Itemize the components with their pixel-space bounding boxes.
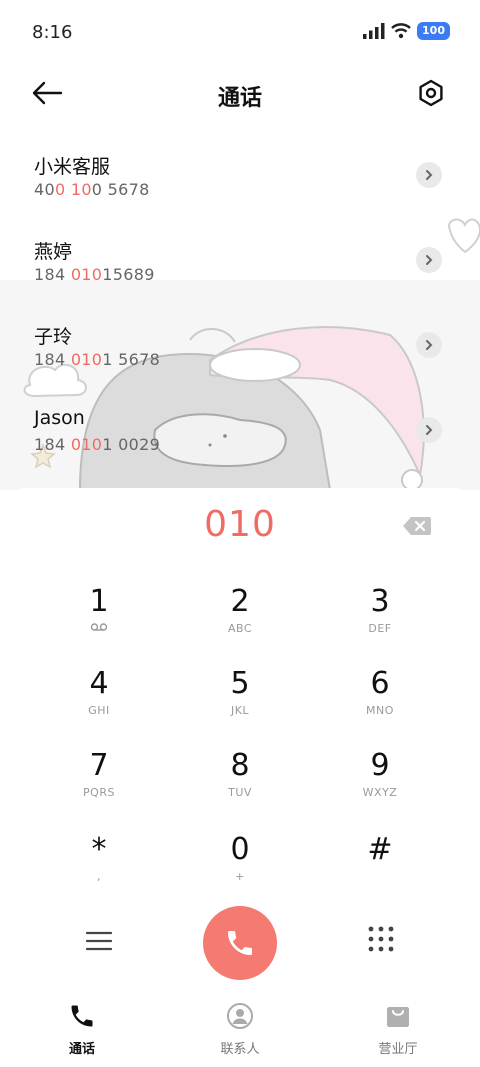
key-sub: + xyxy=(235,870,245,883)
nav-tab-store[interactable]: 营业厅 xyxy=(348,1002,448,1057)
top-bar: 通话 xyxy=(0,64,480,126)
search-result-row[interactable]: 子玲 184 0101 5678 xyxy=(0,300,480,385)
key-digit: 3 xyxy=(370,584,390,619)
signal-icon xyxy=(363,23,385,39)
nav-tab-calls[interactable]: 通话 xyxy=(32,1002,132,1057)
nav-label: 通话 xyxy=(68,1042,95,1057)
nav-tab-contacts[interactable]: 联系人 xyxy=(190,1002,290,1057)
phone-icon xyxy=(71,1005,93,1027)
chevron-right-icon xyxy=(426,255,433,265)
dialpad-grid-icon xyxy=(368,926,394,952)
key-sub xyxy=(29,622,169,636)
backspace-button[interactable] xyxy=(402,516,432,536)
search-results-list: 小米客服 400 100 5678 燕婷 184 01015689 子玲 184… xyxy=(0,130,480,470)
search-result-row[interactable]: 小米客服 400 100 5678 xyxy=(0,130,480,215)
key-star[interactable]: * , xyxy=(29,832,169,912)
key-digit: 8 xyxy=(230,748,250,783)
search-result-row[interactable]: 燕婷 184 01015689 xyxy=(0,215,480,300)
contacts-icon xyxy=(227,1003,253,1029)
voicemail-icon xyxy=(90,623,108,631)
key-digit: 7 xyxy=(89,748,109,783)
key-digit: 0 xyxy=(230,832,250,867)
key-sub: WXYZ xyxy=(362,786,398,799)
result-detail-button[interactable] xyxy=(416,247,442,273)
key-sub: JKL xyxy=(230,704,250,717)
page-title: 通话 xyxy=(217,86,262,111)
key-digit: 2 xyxy=(230,584,250,619)
key-8[interactable]: 8 TUV xyxy=(170,748,310,828)
menu-icon xyxy=(85,931,113,951)
key-sub: GHI xyxy=(88,704,110,717)
dialpad-panel: 010 1 2 ABC 3 DEF 4 GHI 5 JKL 6 MNO 7 PQ… xyxy=(0,488,480,988)
key-sub: PQRS xyxy=(83,786,115,799)
key-5[interactable]: 5 JKL xyxy=(170,666,310,746)
result-number: 184 0101 5678 xyxy=(34,350,161,369)
chevron-right-icon xyxy=(426,425,433,435)
backspace-icon xyxy=(403,517,431,535)
result-detail-button[interactable] xyxy=(416,162,442,188)
result-number: 184 01015689 xyxy=(34,265,155,284)
search-result-row[interactable]: Jason 184 0101 0029 xyxy=(0,385,480,470)
result-detail-button[interactable] xyxy=(416,332,442,358)
menu-button[interactable] xyxy=(84,926,114,956)
status-bar: 8:16 100 xyxy=(0,0,480,64)
chevron-right-icon xyxy=(426,170,433,180)
key-digit: * xyxy=(91,832,107,867)
key-digit: 1 xyxy=(89,584,109,619)
key-6[interactable]: 6 MNO xyxy=(310,666,450,746)
result-number: 400 100 5678 xyxy=(34,180,150,199)
result-name: 小米客服 xyxy=(34,156,111,178)
chevron-right-icon xyxy=(426,340,433,350)
result-name: 燕婷 xyxy=(34,241,73,263)
key-sub: TUV xyxy=(228,786,252,799)
result-number: 184 0101 0029 xyxy=(34,435,161,454)
phone-icon xyxy=(228,931,252,955)
nav-label: 联系人 xyxy=(220,1042,260,1057)
store-bag-icon xyxy=(387,1007,409,1027)
wifi-icon xyxy=(391,23,411,39)
key-digit: 4 xyxy=(89,666,109,701)
key-3[interactable]: 3 DEF xyxy=(310,584,450,664)
result-name: Jason xyxy=(34,407,85,429)
key-sub: MNO xyxy=(366,704,394,717)
key-2[interactable]: 2 ABC xyxy=(170,584,310,664)
key-digit: 5 xyxy=(230,666,250,701)
key-sub: ABC xyxy=(227,622,253,635)
dialpad-toggle-button[interactable] xyxy=(368,926,394,952)
key-7[interactable]: 7 PQRS xyxy=(29,748,169,828)
key-9[interactable]: 9 WXYZ xyxy=(310,748,450,828)
key-sub: DEF xyxy=(368,622,392,635)
key-digit: # xyxy=(367,832,393,867)
key-digit: 6 xyxy=(370,666,390,701)
settings-hexagon-icon xyxy=(419,79,443,107)
bottom-nav: 通话 联系人 营业厅 xyxy=(0,988,480,1067)
call-button[interactable] xyxy=(203,906,277,980)
key-sub: , xyxy=(97,870,101,883)
key-4[interactable]: 4 GHI xyxy=(29,666,169,746)
key-sub xyxy=(310,870,450,884)
battery-badge: 100 xyxy=(417,22,450,40)
settings-button[interactable] xyxy=(416,78,448,110)
status-icons: 100 xyxy=(363,22,450,40)
key-digit: 9 xyxy=(370,748,390,783)
nav-label: 营业厅 xyxy=(378,1042,418,1057)
key-0[interactable]: 0 + xyxy=(170,832,310,912)
key-1[interactable]: 1 xyxy=(29,584,169,664)
key-hash[interactable]: # xyxy=(310,832,450,912)
result-detail-button[interactable] xyxy=(416,417,442,443)
status-time: 8:16 xyxy=(32,22,73,43)
result-name: 子玲 xyxy=(34,326,73,348)
